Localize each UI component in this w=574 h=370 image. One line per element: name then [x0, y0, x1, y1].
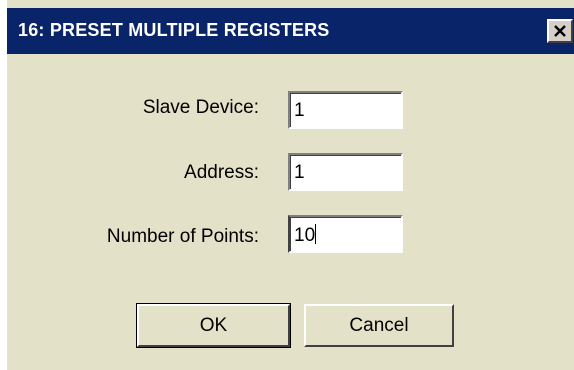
window-left-edge [0, 0, 7, 370]
title-bar[interactable]: 16: PRESET MULTIPLE REGISTERS [7, 8, 574, 54]
close-button[interactable] [547, 19, 573, 43]
number-of-points-field[interactable]: 10 [288, 215, 403, 253]
text-caret [315, 224, 317, 244]
slave-device-label: Slave Device: [142, 97, 259, 118]
close-icon [554, 25, 566, 37]
ok-button[interactable]: OK [136, 303, 291, 348]
dialog-title: 16: PRESET MULTIPLE REGISTERS [18, 20, 330, 40]
preset-multiple-registers-dialog: 16: PRESET MULTIPLE REGISTERS Slave Devi… [0, 0, 574, 370]
address-field[interactable]: 1 [288, 153, 403, 191]
cancel-button[interactable]: Cancel [304, 304, 454, 347]
slave-device-field[interactable]: 1 [288, 91, 403, 129]
number-of-points-value: 10 [294, 225, 316, 246]
address-label: Address: [184, 162, 259, 183]
number-of-points-label: Number of Points: [106, 226, 259, 247]
